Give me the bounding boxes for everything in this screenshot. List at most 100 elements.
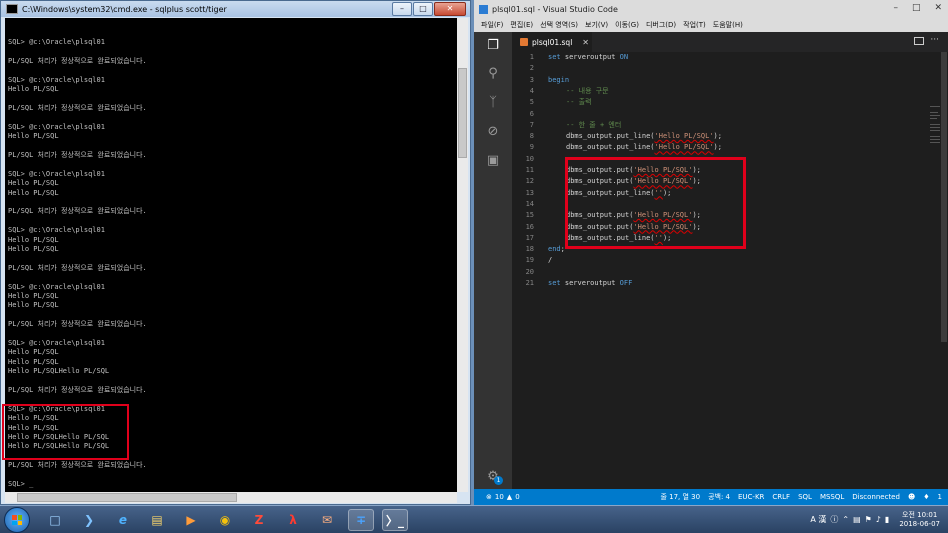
show-hidden-icons[interactable]: ⌃ (842, 515, 849, 524)
explorer-icon[interactable]: □ (42, 509, 68, 531)
clock-date: 2018-06-07 (899, 519, 940, 528)
code-line[interactable]: 6 (512, 109, 548, 120)
tab-plsql01[interactable]: plsql01.sql ✕ (512, 32, 592, 52)
sql-dialect[interactable]: MSSQL (820, 493, 844, 501)
volume-icon[interactable]: ♪ (876, 515, 881, 524)
indentation[interactable]: 공백: 4 (708, 492, 730, 502)
notifications-bell-icon[interactable]: ♦ (923, 493, 929, 501)
menu-item-2[interactable]: 선택 영역(S) (540, 20, 578, 30)
console-horizontal-scrollbar[interactable] (5, 492, 457, 503)
vscode-titlebar[interactable]: plsql01.sql - Visual Studio Code – □ ✕ (474, 0, 948, 18)
code-line[interactable]: 7 -- 한 줄 + 엔터 (512, 120, 621, 131)
close-button[interactable]: ✕ (434, 2, 466, 16)
power-icon[interactable]: ▮ (885, 515, 889, 524)
feedback-smiley-icon[interactable]: ☻ (908, 493, 915, 501)
code-line[interactable]: 14 (512, 199, 548, 210)
filezilla-icon[interactable]: Z (246, 509, 272, 531)
encoding[interactable]: EUC-KR (738, 493, 764, 501)
help-icon[interactable]: ⓘ (830, 514, 838, 525)
cmd-titlebar[interactable]: C:\Windows\system32\cmd.exe - sqlplus sc… (1, 1, 470, 17)
line-number: 15 (525, 211, 534, 220)
vscode-icon[interactable]: ∓ (348, 509, 374, 531)
code-line[interactable]: 21 set serveroutput OFF (512, 278, 633, 289)
maximize-button[interactable]: □ (413, 2, 433, 16)
powershell-icon[interactable]: ❯ (76, 509, 102, 531)
maximize-button[interactable]: □ (912, 3, 921, 13)
clock[interactable]: 오전 10:01 2018-06-07 (899, 511, 940, 529)
more-actions-icon[interactable]: ··· (930, 35, 939, 45)
vscode-highlight-box (565, 157, 746, 249)
code-line[interactable]: 8 dbms_output.put_line('Hello PL/SQL'); (512, 131, 722, 142)
vscode-title: plsql01.sql - Visual Studio Code (492, 4, 618, 14)
code-line[interactable]: 3 begin (512, 75, 569, 86)
settings-badge: 1 (494, 476, 503, 485)
line-number: 11 (525, 166, 534, 174)
outlook-icon[interactable]: ✉ (314, 509, 340, 531)
line-ending[interactable]: CRLF (772, 493, 790, 501)
debug-icon[interactable]: ⊘ (485, 124, 501, 140)
code-token: dbms_output.put_line( (566, 132, 655, 141)
network-icon[interactable]: ▤ (853, 515, 861, 524)
line-number: 17 (525, 233, 534, 242)
cursor-position[interactable]: 줄 17, 열 30 (660, 492, 700, 502)
menu-item-0[interactable]: 파일(F) (481, 20, 503, 30)
code-line[interactable]: 9 dbms_output.put_line('Hello PL/SQL'); (512, 142, 722, 153)
ime-indicator[interactable]: A 漢 (810, 514, 826, 525)
code-line[interactable]: 5 -- 출력 (512, 97, 592, 108)
cmd-icon[interactable]: 〉_ (382, 509, 408, 531)
line-number: 10 (525, 154, 534, 163)
line-number: 13 (525, 188, 534, 197)
search-icon[interactable]: ⚲ (485, 66, 501, 82)
activity-bar: ❐ ⚲ ᛉ ⊘ ▣ ⚙ (474, 32, 512, 489)
menu-item-5[interactable]: 디버그(D) (646, 20, 676, 30)
chrome-icon[interactable]: ◉ (212, 509, 238, 531)
source-control-icon[interactable]: ᛉ (485, 95, 501, 111)
folder-icon[interactable]: ▤ (144, 509, 170, 531)
editor-scrollbar[interactable] (940, 52, 948, 489)
menu-item-7[interactable]: 도움말(H) (713, 20, 743, 30)
system-tray: A 漢 ⓘ ⌃ ▤ ⚑ ♪ ▮ 오전 10:01 2018-06-07 (810, 506, 940, 533)
console-vertical-scrollbar[interactable] (457, 18, 468, 492)
scrollbar-thumb[interactable] (941, 52, 947, 342)
start-button[interactable] (4, 507, 30, 533)
files-icon[interactable]: ❐ (485, 38, 501, 54)
connection-status[interactable]: Disconnected (852, 493, 900, 501)
scrollbar-thumb[interactable] (458, 68, 467, 158)
menu-item-1[interactable]: 편집(E) (510, 20, 533, 30)
code-token: OFF (619, 279, 633, 287)
notification-count[interactable]: 1 (938, 493, 942, 501)
code-editor[interactable]: 1 set serveroutput ON 2 3 begin 4 -- 내용 구문 5 -- … (512, 52, 948, 489)
error-icon[interactable]: ⊗ (486, 493, 492, 501)
code-token: serveroutput (560, 53, 620, 61)
flag-icon[interactable]: ⚑ (865, 515, 872, 524)
minimize-button[interactable]: – (893, 3, 898, 13)
code-line[interactable]: 4 -- 내용 구문 (512, 86, 609, 97)
error-count[interactable]: 10 (495, 493, 504, 501)
code-line[interactable]: 19 / (512, 255, 553, 266)
split-editor-icon[interactable] (914, 37, 924, 45)
extensions-icon[interactable]: ▣ (485, 153, 501, 169)
code-token: -- 내용 구문 (566, 86, 609, 95)
code-line[interactable]: 18 end; (512, 244, 565, 255)
vscode-window[interactable]: plsql01.sql - Visual Studio Code – □ ✕ 파… (474, 0, 948, 505)
vscode-logo-icon (479, 4, 488, 14)
menu-item-6[interactable]: 작업(T) (683, 20, 706, 30)
close-button[interactable]: ✕ (934, 3, 942, 13)
warning-count[interactable]: 0 (515, 493, 519, 501)
menu-item-3[interactable]: 보기(V) (585, 20, 608, 30)
scrollbar-thumb[interactable] (17, 493, 237, 502)
code-line[interactable]: 20 (512, 267, 548, 278)
code-line[interactable]: 2 (512, 63, 548, 74)
language-mode[interactable]: SQL (798, 493, 812, 501)
code-line[interactable]: 10 (512, 154, 548, 165)
code-line[interactable]: 1 set serveroutput ON (512, 52, 628, 63)
ie-icon[interactable]: e (110, 509, 136, 531)
close-icon[interactable]: ✕ (582, 38, 589, 47)
media-player-icon[interactable]: ▶ (178, 509, 204, 531)
code-token: -- 한 줄 + 엔터 (566, 120, 622, 129)
minimize-button[interactable]: – (392, 2, 412, 16)
warning-icon[interactable]: ▲ (507, 493, 512, 501)
menu-item-4[interactable]: 이동(G) (615, 20, 639, 30)
acrobat-icon[interactable]: λ (280, 509, 306, 531)
line-number: 9 (529, 143, 534, 152)
